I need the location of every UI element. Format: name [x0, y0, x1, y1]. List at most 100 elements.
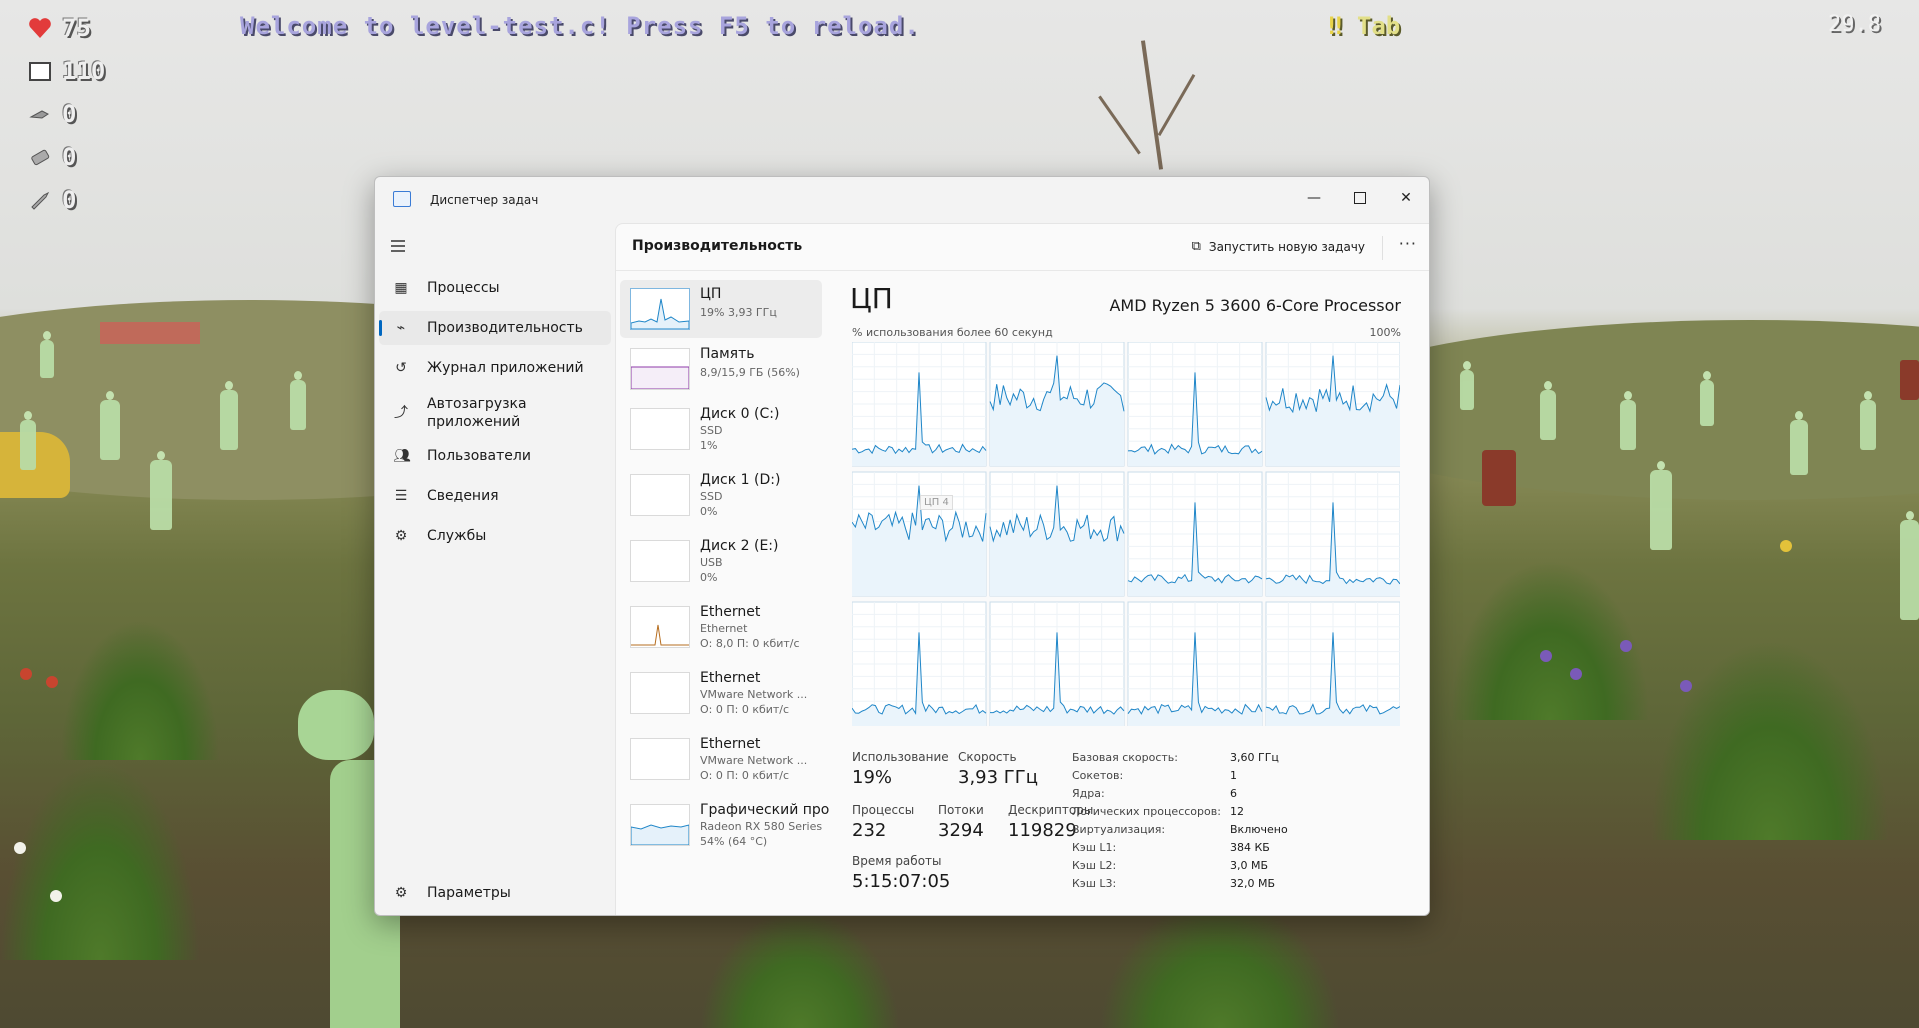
cpu-core-graph: [989, 471, 1125, 597]
task-manager-window: Диспетчер задач — ✕ ▦ Процессы ⌁ Произво…: [374, 176, 1430, 916]
sidebar-item-label: Сведения: [427, 488, 499, 504]
sidebar-item-services[interactable]: ⚙ Службы: [379, 519, 611, 553]
sidebar-item-label: Журнал приложений: [427, 360, 584, 376]
sidebar-item-processes[interactable]: ▦ Процессы: [379, 271, 611, 305]
flower: [20, 668, 32, 680]
detail-key: Сокетов:: [1072, 769, 1124, 782]
resource-detail: 19% 3,93 ГГц: [700, 306, 777, 319]
flower: [1780, 540, 1792, 552]
detail-value: 3,60 ГГц: [1230, 751, 1279, 764]
settings-button[interactable]: ⚙ Параметры: [379, 877, 611, 909]
sidebar-item-performance[interactable]: ⌁ Производительность: [379, 311, 611, 345]
detail-key: Кэш L3:: [1072, 877, 1117, 890]
more-options-button[interactable]: ···: [1399, 234, 1417, 253]
robot-figure: [150, 451, 172, 530]
robot-figure: [1460, 361, 1474, 410]
health-value: 75: [62, 14, 91, 42]
detail-value: Включено: [1230, 823, 1288, 836]
barrel: [1482, 450, 1516, 506]
detail-key: Базовая скорость:: [1072, 751, 1178, 764]
ethernet-thumbnail: [630, 606, 690, 648]
resource-throughput: О: 8,0 П: 0 кбит/с: [700, 637, 800, 650]
barrel: [1900, 360, 1919, 400]
close-button[interactable]: ✕: [1383, 183, 1429, 213]
sidebar-item-details[interactable]: ☰ Сведения: [379, 479, 611, 513]
resource-disk-2[interactable]: Диск 2 (E:) USB 0%: [620, 532, 822, 590]
cpu-graph-grid: ЦП 4: [851, 341, 1401, 727]
resource-ethernet-2[interactable]: Ethernet VMware Network ... О: 0 П: 0 кб…: [620, 664, 822, 722]
minimize-button[interactable]: —: [1291, 183, 1337, 213]
detail-key: Кэш L1:: [1072, 841, 1117, 854]
sidebar-item-app-history[interactable]: ↺ Журнал приложений: [379, 351, 611, 385]
tree: [1140, 40, 1164, 170]
tree: [1157, 73, 1196, 137]
maximize-button[interactable]: [1337, 183, 1383, 213]
tab-hint-label: Tab: [1356, 12, 1401, 40]
grass: [1450, 560, 1650, 720]
robot-figure: [100, 391, 120, 460]
title-bar[interactable]: Диспетчер задач — ✕: [375, 177, 1429, 223]
rocket-icon: [31, 191, 50, 210]
speed-value: 3,93 ГГц: [958, 767, 1039, 788]
detail-key: Ядра:: [1072, 787, 1105, 800]
sidebar-item-label: Пользователи: [427, 448, 531, 464]
resource-disk-0[interactable]: Диск 0 (C:) SSD 1%: [620, 400, 822, 458]
detail-value: 12: [1230, 805, 1244, 818]
resource-cpu[interactable]: ЦП 19% 3,93 ГГц: [620, 280, 822, 338]
maximize-icon: [1354, 192, 1366, 204]
resource-ethernet-3[interactable]: Ethernet VMware Network ... О: 0 П: 0 кб…: [620, 730, 822, 788]
resource-name: Диск 0 (C:): [700, 406, 780, 422]
detail-key: Логических процессоров:: [1072, 805, 1221, 818]
cpu-core-graph: [1127, 341, 1263, 467]
ammo-1-value: 0: [62, 100, 77, 128]
flower: [1680, 680, 1692, 692]
cpu-core-graph: [1127, 601, 1263, 727]
resource-type: SSD: [700, 490, 723, 503]
robot-figure: [1620, 391, 1636, 450]
threads-value: 3294: [938, 820, 984, 841]
task-manager-icon: [393, 191, 411, 207]
ethernet-thumbnail: [630, 672, 690, 714]
resource-type: USB: [700, 556, 723, 569]
hud-ammo-3: 0: [28, 186, 76, 214]
cpu-model: AMD Ryzen 5 3600 6-Core Processor: [1109, 296, 1401, 315]
uptime-label: Время работы: [852, 854, 942, 868]
performance-icon: ⌁: [396, 320, 406, 336]
page-header: Производительность ⧉ Запустить новую зад…: [616, 224, 1429, 271]
robot-figure: [1700, 371, 1714, 426]
close-icon: ✕: [1400, 190, 1412, 206]
sidebar-item-label: Автозагрузка приложений: [427, 396, 527, 430]
resource-adapter: VMware Network ...: [700, 688, 808, 701]
robot-figure: [1540, 381, 1556, 440]
sidebar-item-label: Службы: [427, 528, 487, 544]
hamburger-menu-icon[interactable]: [389, 237, 407, 255]
robot-figure: [1790, 411, 1808, 475]
gear-icon: ⚙: [394, 885, 408, 901]
sidebar-item-users[interactable]: 👥︎ Пользователи: [379, 439, 611, 473]
tab-hint: ‼ Tab: [1328, 12, 1400, 40]
flower: [50, 890, 62, 902]
welcome-message: Welcome to level-test.c! Press F5 to rel…: [240, 12, 920, 40]
grass: [1100, 900, 1340, 1028]
detail-value: 32,0 МБ: [1230, 877, 1276, 890]
exclamation-icon: ‼: [1328, 12, 1343, 40]
sidebar-item-startup[interactable]: ⤴ Автозагрузка приложений: [379, 391, 611, 435]
heart-icon: [29, 18, 51, 38]
cpu-core-graph: [989, 341, 1125, 467]
resource-memory[interactable]: Память 8,9/15,9 ГБ (56%): [620, 340, 822, 398]
robot-figure: [220, 381, 238, 450]
resource-throughput: О: 0 П: 0 кбит/с: [700, 769, 790, 782]
disk-thumbnail: [630, 540, 690, 582]
flower: [46, 676, 58, 688]
run-new-task-button[interactable]: ⧉ Запустить новую задачу: [1192, 239, 1365, 254]
flower: [1620, 640, 1632, 652]
disk-thumbnail: [630, 408, 690, 450]
resource-disk-1[interactable]: Диск 1 (D:) SSD 0%: [620, 466, 822, 524]
resource-usage: 54% (64 °C): [700, 835, 768, 848]
resource-ethernet-1[interactable]: Ethernet Ethernet О: 8,0 П: 0 кбит/с: [620, 598, 822, 656]
app-history-icon: ↺: [395, 360, 407, 376]
resource-gpu[interactable]: Графический про Radeon RX 580 Series 54%…: [620, 796, 829, 854]
resource-name: Диск 1 (D:): [700, 472, 781, 488]
detail-key: Кэш L2:: [1072, 859, 1117, 872]
handles-value: 119829: [1008, 820, 1077, 841]
